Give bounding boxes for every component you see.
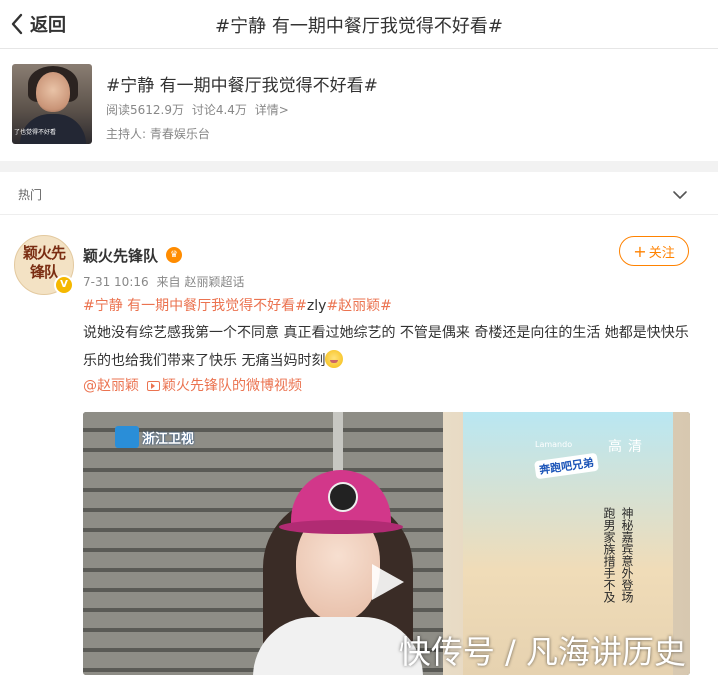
video-board-text-2: 跑男家族措手不及 xyxy=(602,507,616,603)
show-brand: Lamando xyxy=(535,440,573,449)
video-player[interactable]: 神秘嘉宾意外登场 跑男家族措手不及 浙江卫视 Lamando 奔跑吧兄弟 高清 … xyxy=(83,412,690,675)
source-name[interactable]: 赵丽颖超话 xyxy=(184,275,244,289)
plain-tag: zly xyxy=(306,298,327,314)
tv-channel-name: 浙江卫视 xyxy=(142,432,195,447)
post-body: 说她没有综艺感我第一个不同意 真正看过她综艺的 不管是偶来 奇楼还是向往的生活 … xyxy=(83,319,691,375)
video-board-text: 神秘嘉宾意外登场 xyxy=(620,507,634,603)
thumb-face xyxy=(36,72,70,112)
thumb-caption: 了也觉得不好看 xyxy=(14,129,57,136)
chevron-left-icon xyxy=(11,13,23,35)
hashtag-topic[interactable]: #宁静 有一期中餐厅我觉得不好看# xyxy=(83,298,307,314)
read-count: 阅读5612.9万 xyxy=(106,103,184,117)
post-links: @赵丽颖 颖火先锋队的微博视频 xyxy=(83,375,302,395)
follow-label: 关注 xyxy=(648,245,675,261)
discussion-count: 讨论4.4万 xyxy=(191,103,247,117)
topic-host: 主持人: 青春娱乐台 xyxy=(106,125,210,142)
video-icon xyxy=(147,381,160,391)
host-name[interactable]: 青春娱乐台 xyxy=(150,127,210,141)
feed-post: 颖火先锋队 V 颖火先锋队 ♛ 7-31 10:16 来自 赵丽颖超话 + 关注 … xyxy=(0,215,718,675)
back-label: 返回 xyxy=(30,15,66,36)
post-body-text: 说她没有综艺感我第一个不同意 真正看过她综艺的 不管是偶来 奇楼还是向往的生活 … xyxy=(83,325,689,369)
topic-thumbnail[interactable]: 了也觉得不好看 xyxy=(12,64,92,144)
topic-stats: 阅读5612.9万 讨论4.4万 详情> xyxy=(106,101,293,118)
top-nav-bar: 返回 #宁静 有一期中餐厅我觉得不好看# xyxy=(0,0,718,49)
video-link[interactable]: 颖火先锋队的微博视频 xyxy=(162,378,302,394)
hd-label: 高清 xyxy=(608,439,648,455)
zhejiang-tv-icon xyxy=(115,426,139,448)
back-button[interactable]: 返回 xyxy=(10,10,66,38)
hashtag-zhaoliying[interactable]: #赵丽颖# xyxy=(326,298,391,314)
username[interactable]: 颖火先锋队 xyxy=(83,245,158,266)
mention-link[interactable]: @赵丽颖 xyxy=(83,378,139,394)
source-prefix: 来自 xyxy=(156,275,181,289)
plus-icon: + xyxy=(633,241,647,261)
topic-title: #宁静 有一期中餐厅我觉得不好看# xyxy=(106,76,378,96)
host-label: 主持人: xyxy=(106,127,147,141)
page-title: #宁静 有一期中餐厅我觉得不好看# xyxy=(215,16,503,37)
post-meta: 7-31 10:16 来自 赵丽颖超话 xyxy=(83,273,249,290)
watermark: 快传号 / 凡海讲历史 xyxy=(398,633,686,671)
feed-section-label: 热门 xyxy=(18,188,43,202)
smile-emoji-icon xyxy=(325,350,344,368)
cap-logo-icon xyxy=(328,482,358,512)
details-link[interactable]: 详情> xyxy=(255,103,289,117)
topic-card: 了也觉得不好看 #宁静 有一期中餐厅我觉得不好看# 阅读5612.9万 讨论4.… xyxy=(0,49,718,161)
post-timestamp: 7-31 10:16 xyxy=(83,275,149,289)
play-icon[interactable] xyxy=(368,560,408,604)
vip-badge-icon: ♛ xyxy=(166,247,182,263)
chevron-down-icon[interactable] xyxy=(672,186,688,205)
follow-button[interactable]: + 关注 xyxy=(619,236,689,266)
verified-badge-icon: V xyxy=(54,275,74,295)
tv-channel-logo: 浙江卫视 xyxy=(115,426,194,448)
feed-header: 热门 xyxy=(0,172,718,215)
video-person-cap-brim xyxy=(279,520,403,534)
post-hashtags: #宁静 有一期中餐厅我觉得不好看#zly#赵丽颖# xyxy=(83,295,392,315)
